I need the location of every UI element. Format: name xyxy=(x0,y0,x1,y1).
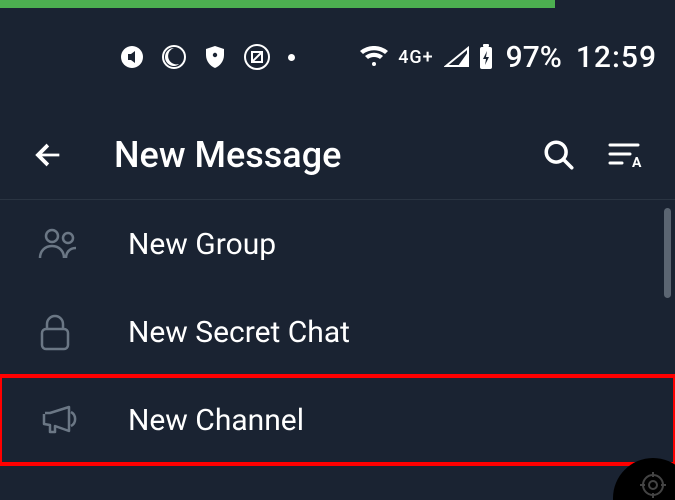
app-bar: New Message A xyxy=(0,110,675,200)
more-dot-icon xyxy=(288,54,295,61)
menu-item-new-group[interactable]: New Group xyxy=(0,200,675,288)
group-icon xyxy=(38,226,94,262)
moon-icon xyxy=(162,45,186,69)
camera-watermark xyxy=(613,450,675,500)
menu-item-label: New Channel xyxy=(128,403,304,438)
sort-button[interactable]: A xyxy=(603,131,651,179)
menu-item-label: New Group xyxy=(128,227,276,262)
signal-icon xyxy=(444,46,470,68)
battery-icon xyxy=(478,44,494,70)
status-bar: 4G+ 97% 12:59 xyxy=(0,32,675,82)
svg-text:A: A xyxy=(632,155,642,170)
network-label: 4G+ xyxy=(398,47,433,68)
menu-item-new-secret-chat[interactable]: New Secret Chat xyxy=(0,288,675,376)
back-button[interactable] xyxy=(24,131,72,179)
clock-time: 12:59 xyxy=(576,40,657,75)
shield-icon xyxy=(204,45,226,69)
search-button[interactable] xyxy=(535,131,583,179)
scrollbar[interactable] xyxy=(664,208,671,298)
notification-bar xyxy=(0,0,555,8)
menu-item-new-channel[interactable]: New Channel xyxy=(0,376,675,464)
search-icon xyxy=(542,138,576,172)
sort-alpha-icon: A xyxy=(608,140,646,170)
lock-icon xyxy=(38,312,94,352)
page-title: New Message xyxy=(114,134,535,176)
battery-percent: 97% xyxy=(506,40,562,75)
screenshot-icon xyxy=(244,44,270,70)
menu-item-label: New Secret Chat xyxy=(128,315,350,350)
menu-list: New Group New Secret Chat New Channel xyxy=(0,200,675,464)
wifi-icon xyxy=(360,46,388,68)
sound-icon xyxy=(120,45,144,69)
arrow-left-icon xyxy=(31,138,65,172)
megaphone-icon xyxy=(38,400,94,440)
